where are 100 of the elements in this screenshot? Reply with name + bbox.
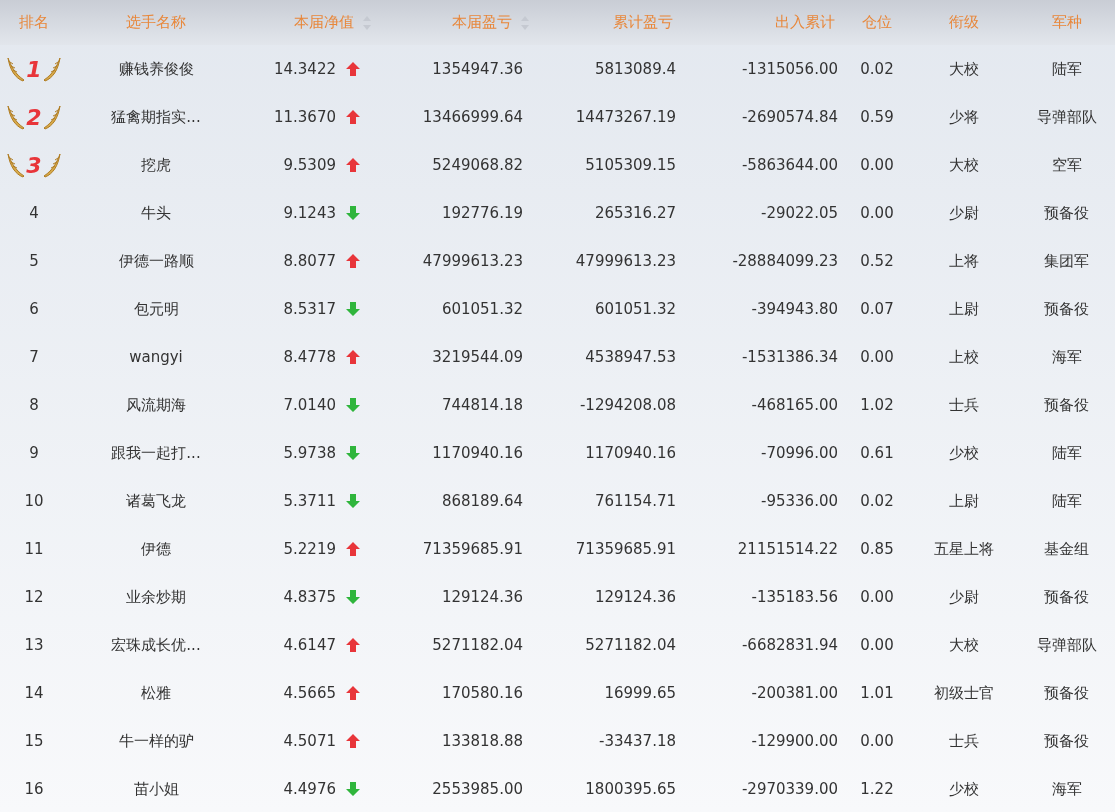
branch-label: 预备役 (1044, 203, 1089, 223)
player-name[interactable]: 挖虎 (141, 155, 171, 175)
column-header: 累计盈亏 (613, 13, 673, 32)
profit-value: 133818.88 (441, 732, 523, 750)
column-header: 排名 (19, 13, 49, 32)
flow-total-value: -70996.00 (761, 444, 838, 462)
grade-label: 士兵 (948, 731, 979, 751)
net-value: 8.5317 (283, 300, 336, 318)
total-profit-value: -1294208.08 (579, 396, 676, 414)
player-name[interactable]: wangyi (129, 348, 183, 366)
branch-label: 预备役 (1044, 299, 1089, 319)
grade-label: 初级士官 (933, 683, 994, 703)
position-value: 0.02 (860, 60, 894, 78)
player-name[interactable]: 风流期海 (126, 395, 186, 415)
grade-label: 少尉 (948, 587, 979, 607)
profit-value: 744814.18 (441, 396, 523, 414)
profit-value: 868189.64 (441, 492, 523, 510)
player-name[interactable]: 苗小姐 (133, 779, 179, 799)
net-value: 4.5665 (283, 684, 336, 702)
grade-label: 少将 (948, 107, 979, 127)
profit-value: 1354947.36 (432, 60, 523, 78)
net-value: 4.8375 (283, 588, 336, 606)
player-name[interactable]: 赚钱养俊俊 (118, 59, 194, 79)
position-value: 0.00 (860, 204, 894, 222)
wing-icon (42, 152, 61, 178)
flow-total-value: -200381.00 (751, 684, 838, 702)
branch-label: 预备役 (1044, 395, 1089, 415)
player-name[interactable]: 包元明 (133, 299, 179, 319)
net-value: 4.5071 (283, 732, 336, 750)
total-profit-value: 601051.32 (594, 300, 676, 318)
player-name[interactable]: 伊德 (141, 539, 171, 559)
flow-total-value: -5863644.00 (741, 156, 838, 174)
rank-number: 1 (26, 56, 42, 82)
profit-value: 71359685.91 (422, 540, 523, 558)
player-name[interactable]: 牛一样的驴 (118, 731, 194, 751)
grade-label: 大校 (948, 155, 979, 175)
profit-value: 3219544.09 (432, 348, 523, 366)
rank-number: 11 (24, 540, 44, 558)
total-profit-value: 129124.36 (594, 588, 676, 606)
wing-icon (7, 56, 26, 82)
rank-number: 7 (29, 348, 39, 366)
position-value: 0.00 (860, 156, 894, 174)
wing-icon (42, 104, 61, 130)
total-profit-value: 761154.71 (594, 492, 676, 510)
net-value: 8.4778 (283, 348, 336, 366)
branch-label: 海军 (1051, 347, 1082, 367)
rank-number: 6 (29, 300, 39, 318)
position-value: 0.00 (860, 348, 894, 366)
grade-label: 上将 (948, 251, 979, 271)
net-value: 8.8077 (283, 252, 336, 270)
profit-value: 1170940.16 (432, 444, 523, 462)
position-value: 0.07 (860, 300, 894, 318)
total-profit-value: -33437.18 (599, 732, 676, 750)
flow-total-value: -29022.05 (761, 204, 838, 222)
player-name[interactable]: 诸葛飞龙 (126, 491, 186, 511)
net-value: 5.3711 (283, 492, 336, 510)
profit-value: 5249068.82 (432, 156, 523, 174)
position-value: 0.00 (860, 636, 894, 654)
grade-label: 五星上将 (933, 539, 994, 559)
player-name[interactable]: 伊德一路顺 (118, 251, 194, 271)
flow-total-value: -468165.00 (751, 396, 838, 414)
net-value: 5.2219 (283, 540, 336, 558)
total-profit-value: 16999.65 (604, 684, 676, 702)
grade-label: 少尉 (948, 203, 979, 223)
player-name[interactable]: 牛头 (141, 203, 171, 223)
profit-value: 2553985.00 (432, 780, 523, 798)
net-value: 7.0140 (283, 396, 336, 414)
net-value: 4.6147 (283, 636, 336, 654)
column-header: 军种 (1051, 13, 1082, 32)
position-value: 1.02 (860, 396, 894, 414)
player-name[interactable]: 松雅 (141, 683, 171, 703)
player-name[interactable]: 业余炒期 (126, 587, 186, 607)
rank-number: 8 (29, 396, 39, 414)
flow-total-value: -135183.56 (751, 588, 838, 606)
profit-value: 129124.36 (441, 588, 523, 606)
branch-label: 海军 (1051, 779, 1082, 799)
rank-number: 16 (24, 780, 44, 798)
player-name[interactable]: 宏珠成长优... (111, 635, 201, 655)
flow-total-value: -2690574.84 (741, 108, 838, 126)
profit-value: 170580.16 (441, 684, 523, 702)
total-profit-value: 4538947.53 (585, 348, 676, 366)
grade-label: 上校 (948, 347, 979, 367)
flow-total-value: 21151514.22 (737, 540, 838, 558)
branch-label: 预备役 (1044, 731, 1089, 751)
rank-number: 2 (26, 104, 42, 130)
player-name[interactable]: 跟我一起打... (111, 443, 201, 463)
position-value: 0.52 (860, 252, 894, 270)
net-value: 9.5309 (283, 156, 336, 174)
rank-number: 13 (24, 636, 44, 654)
branch-label: 基金组 (1044, 539, 1089, 559)
wing-icon (7, 104, 26, 130)
flow-total-value: -394943.80 (751, 300, 838, 318)
total-profit-value: 1170940.16 (585, 444, 676, 462)
grade-label: 少校 (948, 443, 979, 463)
flow-total-value: -28884099.23 (732, 252, 838, 270)
rank-number: 4 (29, 204, 39, 222)
player-name[interactable]: 猛禽期指实... (111, 107, 201, 127)
rank-number: 3 (26, 152, 42, 178)
profit-value: 192776.19 (441, 204, 523, 222)
profit-value: 5271182.04 (432, 636, 523, 654)
